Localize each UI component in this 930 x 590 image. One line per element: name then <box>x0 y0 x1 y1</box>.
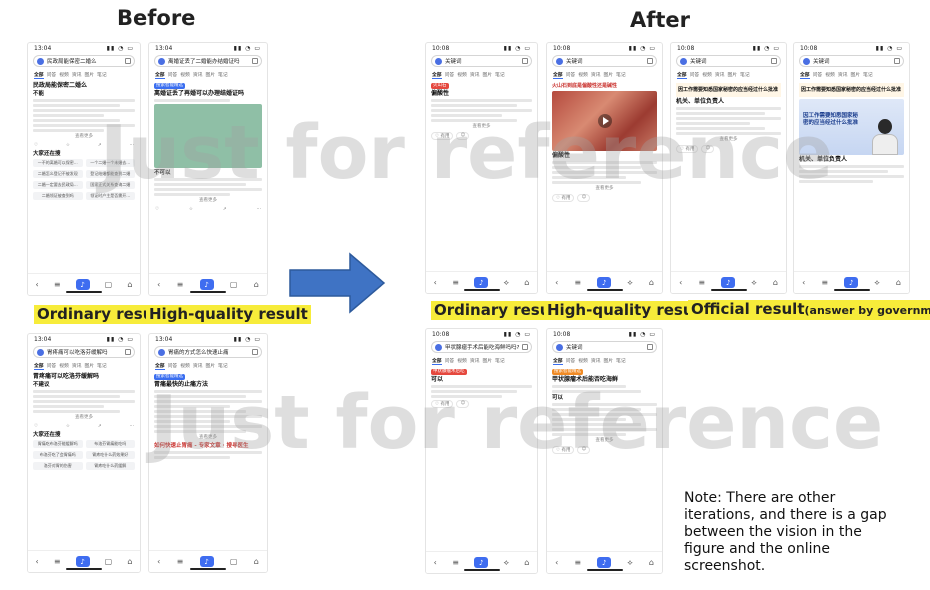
search-bar[interactable]: 关键词 <box>676 55 781 67</box>
tab-bar[interactable]: 全部 问答 视频 资讯 图片 笔记 <box>28 69 140 81</box>
result-title: 胃疼痛可以吃洛芬缓解吗 <box>33 373 100 380</box>
label-official: Official result(answer by government) <box>688 300 930 320</box>
search-input[interactable]: 民政局能保密二婚么 <box>47 57 122 65</box>
search-input[interactable]: 关键词 <box>445 57 519 65</box>
search-logo-icon <box>158 57 165 65</box>
result-answer: 机关、单位负责人 <box>676 98 725 105</box>
search-input[interactable]: 关键词 <box>566 57 644 65</box>
search-input[interactable]: 胃疼痛可以吃洛芬缓解吗 <box>47 348 122 356</box>
search-bar[interactable]: 胃疼痛可以吃洛芬缓解吗 <box>33 346 135 358</box>
more-link[interactable]: 查看更多 <box>154 198 262 204</box>
featured-badge: 搜索智能精选 <box>154 374 185 380</box>
more-link[interactable]: 查看更多 <box>154 435 262 441</box>
back-icon: ‹ <box>35 280 39 289</box>
phone-after-highquality-2: 10:08 ▮▮ ◔ ▭ 关键词 全部 问答 视频 资讯 图片 笔记 搜索智能精选 甲状腺瘤… <box>546 328 663 574</box>
search-bar[interactable]: 甲状腺瘤手术后能吃海鲜吗吗? <box>431 341 532 353</box>
result-banner: 因工作需要知悉国家秘密的应当经过什么批准 <box>801 87 902 93</box>
voice-button: ♪ <box>75 279 90 290</box>
result-answer: 偏酸性 <box>431 90 450 97</box>
result-image[interactable] <box>154 104 262 168</box>
result-card[interactable]: 民政局能保密二婚么 不能 查看更多 <box>33 83 135 140</box>
search-input[interactable]: 甲状腺瘤手术后能吃海鲜吗吗? <box>445 343 519 351</box>
arrow-icon <box>289 252 386 314</box>
note-text: Note: There are other iterations, and th… <box>684 490 887 574</box>
label-high-quality-after: High-quality result <box>544 301 709 320</box>
phone-after-highquality-1: 10:08 ▮▮ ◔ ▭ 关键词 全部 问答 视频 资讯 图片 笔记 火山石到底是偏酸性还是… <box>546 42 663 294</box>
video-caption: 因工作需要知悉国家秘密的应当经过什么批准 <box>803 113 859 126</box>
search-input[interactable]: 离婚证丢了二婚能办结婚证吗 <box>168 57 249 65</box>
result-answer: 偏酸性 <box>552 152 571 159</box>
more-link[interactable]: 查看更多 <box>676 137 781 143</box>
search-bar[interactable]: 关键词 <box>431 55 532 67</box>
phone-after-ordinary-1: 10:08 ▮▮ ◔ ▭ 关键词 全部 问答 视频 资讯 图片 笔记 火山石 偏酸性 查看更… <box>425 42 538 294</box>
search-input[interactable]: 胃痛的方式怎么快速止痛 <box>168 348 249 356</box>
before-header: Before <box>117 6 196 30</box>
search-logo-icon <box>37 57 44 65</box>
after-header: After <box>630 8 691 32</box>
official-video[interactable]: 因工作需要知悉国家秘密的应当经过什么批准 <box>799 99 904 155</box>
phone-after-official-2: 10:08 ▮▮ ◔ ▭ 关键词 全部 问答 视频 资讯 图片 笔记 因工作需要知悉国家秘密… <box>793 42 910 294</box>
tabs-icon: ▢ <box>104 280 113 289</box>
more-link[interactable]: 查看更多 <box>33 415 135 421</box>
result-answer: 可以 <box>552 395 564 401</box>
phone-before-ordinary-2: 13:04 ▮▮ ◔ ▭ 胃疼痛可以吃洛芬缓解吗 全部 问答 视频 资讯 图片 笔记 胃疼痛… <box>27 333 141 573</box>
search-bar[interactable]: 胃痛的方式怎么快速止痛 <box>154 346 262 358</box>
keyword-tag: 火山石 <box>431 83 449 89</box>
action-row[interactable]: ♡ ☆ ↗ ⋯ <box>28 142 140 149</box>
featured-badge: 搜索智能精选 <box>154 83 185 89</box>
home-icon: ⌂ <box>127 280 133 289</box>
camera-icon <box>252 58 258 64</box>
play-icon[interactable] <box>597 114 612 128</box>
related-search-grid[interactable]: 胃痛吃布洛芬能缓解吗 布洛芬胃痛能吃吗 布洛芬吃了会胃痛吗 胃疼吃什么药效果好 洛芬对胃… <box>33 440 135 470</box>
section-title: 大家还在搜 <box>33 432 61 438</box>
phone-before-ordinary-1: 13:04 ▮▮ ◔ ▭ 民政局能保密二婚么 全部 问答 视频 资讯 图片 笔记 民政局能保… <box>27 42 141 296</box>
status-time: 13:04 <box>34 45 52 52</box>
result-answer: 不能 <box>33 91 45 97</box>
result-answer: 可以 <box>431 376 444 383</box>
related-search-grid[interactable]: 一不的离婚可以保密… 一个二婚一个未婚去… 二婚怎么登记不被发现 登记结婚都能查到二婚… <box>33 159 135 200</box>
search-input[interactable]: 关键词 <box>813 57 891 65</box>
result-card[interactable]: 胃疼痛可以吃洛芬缓解吗 不建议 查看更多 <box>33 374 135 421</box>
result-answer: 不建议 <box>33 382 50 388</box>
result-answer: 不可以 <box>154 170 171 176</box>
menu-icon: ≡ <box>53 280 61 289</box>
result-banner: 火山石到底是偏酸性还是碱性 <box>552 83 618 89</box>
search-bar[interactable]: 关键词 <box>799 55 904 67</box>
article-title[interactable]: 如何快速止胃痛 - 专家文章 · 搜寻医生 <box>154 443 262 449</box>
speaker-avatar <box>872 119 898 155</box>
search-bar[interactable]: 离婚证丢了二婚能办结婚证吗 <box>154 55 262 67</box>
search-input[interactable]: 关键词 <box>690 57 768 65</box>
search-bar[interactable]: 关键词 <box>552 341 657 353</box>
search-bar[interactable]: 关键词 <box>552 55 657 67</box>
search-input[interactable]: 关键词 <box>566 343 644 351</box>
result-card[interactable]: 甲状腺瘤术后吃 可以 <box>431 369 532 398</box>
tab-bar[interactable]: 全部 问答 视频 资讯 图片 笔记 <box>149 69 267 81</box>
camera-icon[interactable] <box>125 58 131 64</box>
keyword-tag: 甲状腺瘤术后吃 <box>431 369 467 375</box>
result-title: 离婚证丢了再婚可以办理结婚证吗 <box>154 90 245 97</box>
search-bar[interactable]: 民政局能保密二婚么 <box>33 55 135 67</box>
more-link[interactable]: 查看更多 <box>33 134 135 140</box>
featured-badge: 搜索智能精选 <box>552 369 583 375</box>
result-card[interactable]: 火山石 偏酸性 查看更多 <box>431 83 532 130</box>
phone-after-ordinary-2: 10:08 ▮▮ ◔ ▭ 甲状腺瘤手术后能吃海鲜吗吗? 全部 问答 视频 资讯 图片 笔记 … <box>425 328 538 574</box>
result-banner: 因工作需要知悉国家秘密的应当经过什么批准 <box>678 87 779 93</box>
video-thumbnail[interactable] <box>552 91 657 151</box>
more-link[interactable]: 查看更多 <box>431 124 532 130</box>
section-title: 大家还在搜 <box>33 151 61 157</box>
phone-before-highquality-1: 13:04 ▮▮ ◔ ▭ 离婚证丢了二婚能办结婚证吗 全部 问答 视频 资讯 图片 笔记 搜… <box>148 42 268 296</box>
phone-after-official-1: 10:08 ▮▮ ◔ ▭ 关键词 全部 问答 视频 资讯 图片 笔记 因工作需要知悉国家秘密… <box>670 42 787 294</box>
result-answer: 机关、单位负责人 <box>799 156 848 163</box>
label-high-quality: High-quality result <box>146 305 311 324</box>
more-link[interactable]: 查看更多 <box>552 438 657 444</box>
phone-before-highquality-2: 13:04 ▮▮ ◔ ▭ 胃痛的方式怎么快速止痛 全部 问答 视频 资讯 图片 笔记 搜索智… <box>148 333 268 573</box>
result-title: 民政局能保密二婚么 <box>33 82 88 89</box>
result-title: 甲状腺瘤术后能否吃海鲜 <box>552 376 619 383</box>
more-link[interactable]: 查看更多 <box>552 186 657 192</box>
result-title: 胃痛最快的止痛方法 <box>154 381 209 388</box>
